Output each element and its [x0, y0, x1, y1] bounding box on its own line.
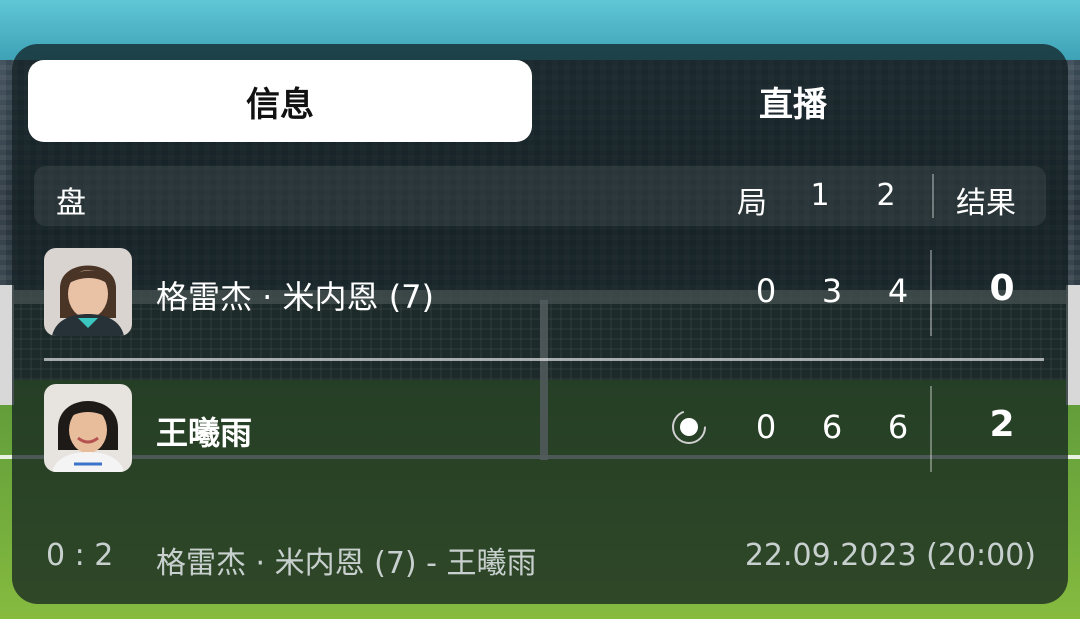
tab-bar: 信息 直播 — [28, 60, 1054, 142]
match-datetime: 22.09.2023 (20:00) — [744, 538, 1036, 573]
sets-won: 2 — [989, 404, 1015, 445]
player-row[interactable]: 格雷杰 · 米内恩 (7) 0 3 4 0 — [44, 248, 1054, 338]
player-name: 格雷杰 · 米内恩 (7) — [156, 278, 435, 316]
player-avatar — [44, 248, 132, 336]
net-post-right — [1066, 285, 1080, 405]
player-row[interactable]: 王曦雨 0 6 6 2 — [44, 384, 1054, 474]
serving-indicator-icon — [672, 410, 706, 444]
column-divider — [930, 386, 932, 472]
match-footer: 0 : 2 格雷杰 · 米内恩 (7) - 王曦雨 22.09.2023 (20… — [46, 538, 1036, 582]
match-title: 格雷杰 · 米内恩 (7) - 王曦雨 — [156, 546, 537, 581]
score-table-header: 盘 局 1 2 结果 — [34, 166, 1046, 226]
set2-score: 4 — [887, 272, 909, 310]
set1-column-header: 1 — [810, 178, 830, 213]
set2-score: 6 — [887, 408, 909, 446]
player-avatar — [44, 384, 132, 472]
games-score: 0 — [755, 408, 777, 446]
sets-label: 盘 — [56, 186, 86, 221]
column-divider — [932, 174, 934, 218]
sets-won: 0 — [989, 268, 1015, 309]
row-separator — [44, 358, 1044, 361]
set1-score: 6 — [821, 408, 843, 446]
match-card: 信息 直播 盘 局 1 2 结果 格雷杰 · 米内恩 (7) 0 3 4 0 王… — [12, 44, 1068, 604]
tab-info[interactable]: 信息 — [28, 60, 532, 142]
column-divider — [930, 250, 932, 336]
result-column-header: 结果 — [956, 186, 1016, 221]
games-column-header: 局 — [737, 186, 767, 221]
player-name: 王曦雨 — [156, 414, 253, 452]
set1-score: 3 — [821, 272, 843, 310]
games-score: 0 — [755, 272, 777, 310]
set2-column-header: 2 — [876, 178, 896, 213]
tab-live[interactable]: 直播 — [532, 60, 1054, 142]
total-score: 0 : 2 — [46, 538, 114, 573]
